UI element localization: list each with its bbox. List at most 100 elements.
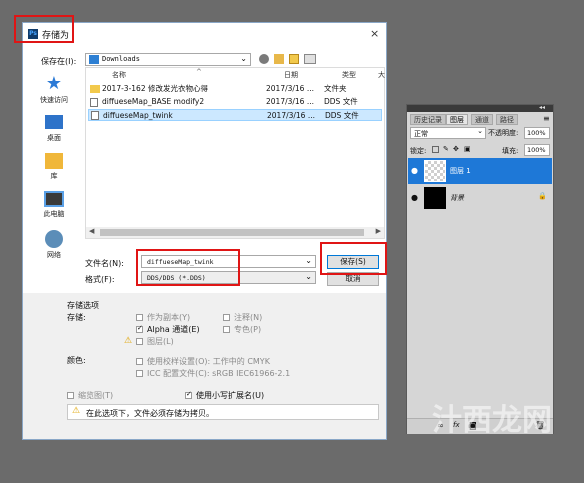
tab-layers[interactable]: 图层 [446, 114, 468, 125]
sidebar-item-label: 桌面 [47, 134, 61, 142]
save-as-dialog: Ps 存储为 × 保存在(I): Downloads ⌄ ★ 快速访问 桌面 库… [14, 15, 387, 440]
watermark-logo: 汁西龙网 [432, 395, 552, 439]
tab-channels[interactable]: 通道 [471, 114, 493, 125]
layer-row-selected[interactable]: ● 图层 1 [408, 158, 552, 184]
layer-row[interactable]: ● 背景 🔒 [408, 185, 552, 211]
column-name[interactable]: 名称 [112, 70, 126, 80]
desktop-icon [45, 115, 63, 129]
collapse-icon[interactable]: ◂◂ [539, 104, 545, 111]
save-options-label: 存储选项 [67, 301, 99, 310]
tab-paths[interactable]: 路径 [496, 114, 518, 125]
opacity-input[interactable]: 100% [524, 127, 550, 139]
alpha-checkbox[interactable]: ✓ [136, 324, 143, 333]
horizontal-scrollbar[interactable]: ◀ ▶ [86, 227, 384, 238]
format-label: 格式(F): [85, 275, 115, 284]
layer-thumbnail [424, 160, 446, 182]
warning-text: 在此选项下，文件必须存储为拷贝。 [86, 409, 214, 418]
file-date: 2017/3/16 ... [267, 111, 315, 120]
tab-history[interactable]: 历史记录 [410, 114, 446, 125]
sidebar-item-label: 快速访问 [40, 96, 68, 104]
icc-checkbox[interactable] [136, 370, 143, 377]
back-icon[interactable] [259, 54, 269, 64]
layer-name: 背景 [450, 194, 464, 202]
title-highlight-box [14, 15, 74, 43]
folder-icon [90, 85, 100, 93]
file-name: 2017-3-162 修改发光衣物心得 [102, 84, 208, 93]
sidebar-item-label: 网络 [47, 251, 61, 259]
file-icon [90, 98, 98, 107]
scrollbar-thumb[interactable] [100, 229, 364, 236]
color-label: 颜色: [67, 356, 86, 365]
view-menu-icon[interactable] [304, 54, 316, 64]
layers-label: 图层(L) [147, 337, 174, 346]
watermark-text: 汁西龙网 [432, 403, 552, 438]
panel-header-bar [407, 105, 553, 112]
save-in-label: 保存在(I): [41, 57, 77, 66]
close-icon[interactable]: × [370, 27, 379, 40]
column-size[interactable]: 大 [378, 70, 385, 80]
sidebar-item-label: 库 [50, 172, 58, 180]
lock-pixels-icon[interactable]: ✎ [443, 145, 449, 153]
star-icon: ★ [45, 73, 63, 94]
sidebar-item-label: 此电脑 [43, 210, 65, 218]
up-folder-icon[interactable] [274, 54, 284, 64]
icc-label: ICC 配置文件(C): sRGB IEC61966-2.1 [147, 369, 291, 378]
copy-checkbox[interactable] [136, 314, 143, 321]
eye-icon[interactable]: ● [411, 166, 418, 175]
layer-name: 图层 1 [450, 167, 471, 175]
dialog-titlebar: Ps 存储为 × [23, 23, 386, 45]
warning-icon: ⚠ [124, 336, 133, 346]
spot-label: 专色(P) [234, 325, 262, 334]
scroll-left-icon[interactable]: ◀ [89, 227, 94, 235]
lowercase-ext-checkbox[interactable]: ✓ [185, 390, 192, 399]
location-value: Downloads [102, 55, 140, 63]
chevron-down-icon: ⌄ [305, 272, 312, 281]
proof-checkbox[interactable] [136, 358, 143, 365]
sort-up-icon: ^ [196, 68, 202, 76]
library-icon [45, 153, 63, 169]
file-name: diffueseMap_twink [103, 111, 173, 120]
file-type: 文件夹 [324, 84, 347, 93]
lock-position-icon[interactable]: ✥ [453, 145, 459, 153]
opacity-label: 不透明度: [488, 129, 519, 137]
thumbnail-checkbox[interactable] [67, 392, 74, 399]
chevron-down-icon: ⌄ [477, 127, 483, 135]
spot-checkbox[interactable] [223, 326, 230, 333]
file-row[interactable]: diffueseMap_BASE modify2 2017/3/16 ... D… [88, 96, 382, 108]
file-name: diffueseMap_BASE modify2 [102, 97, 205, 106]
eye-icon[interactable]: ● [411, 193, 418, 202]
lock-transparency-icon[interactable] [432, 146, 439, 153]
warning-bar: ⚠ 在此选项下，文件必须存储为拷贝。 [67, 404, 379, 420]
sidebar-item-network[interactable]: 网络 [26, 230, 82, 260]
filename-label: 文件名(N): [85, 259, 124, 268]
file-list[interactable]: 名称 ^ 日期 类型 大 2017-3-162 修改发光衣物心得 2017/3/… [85, 67, 385, 239]
fill-input[interactable]: 100% [524, 144, 550, 156]
location-dropdown[interactable]: Downloads ⌄ [85, 53, 251, 66]
alpha-label: Alpha 通道(E) [147, 325, 200, 334]
fill-value: 100% [527, 146, 546, 154]
notes-checkbox[interactable] [223, 314, 230, 321]
notes-label: 注释(N) [234, 313, 263, 322]
sidebar-item-desktop[interactable]: 桌面 [26, 115, 82, 143]
network-icon [45, 230, 63, 248]
column-date[interactable]: 日期 [284, 70, 298, 80]
file-row[interactable]: 2017-3-162 修改发光衣物心得 2017/3/16 ... 文件夹 [88, 83, 382, 95]
sidebar-item-this-pc[interactable]: 此电脑 [26, 191, 82, 219]
layers-checkbox[interactable] [136, 338, 143, 345]
lock-all-icon[interactable]: ▣ [464, 145, 471, 153]
column-type[interactable]: 类型 [342, 70, 356, 80]
blend-mode-dropdown[interactable]: 正常 ⌄ [410, 127, 486, 139]
file-icon [91, 111, 99, 120]
lock-label: 锁定: [410, 147, 427, 155]
file-row-selected[interactable]: diffueseMap_twink 2017/3/16 ... DDS 文件 [88, 109, 382, 121]
download-folder-icon [89, 55, 99, 64]
filename-highlight-box [136, 249, 240, 286]
blend-mode-value: 正常 [414, 130, 428, 138]
sidebar-item-library[interactable]: 库 [26, 153, 82, 181]
lock-icon: 🔒 [538, 192, 547, 200]
panel-menu-icon[interactable]: ≡ [543, 114, 550, 123]
chevron-down-icon: ⌄ [305, 256, 312, 265]
new-folder-icon[interactable] [289, 54, 299, 64]
scroll-right-icon[interactable]: ▶ [376, 227, 381, 235]
sidebar-item-quick-access[interactable]: ★ 快速访问 [26, 75, 82, 105]
